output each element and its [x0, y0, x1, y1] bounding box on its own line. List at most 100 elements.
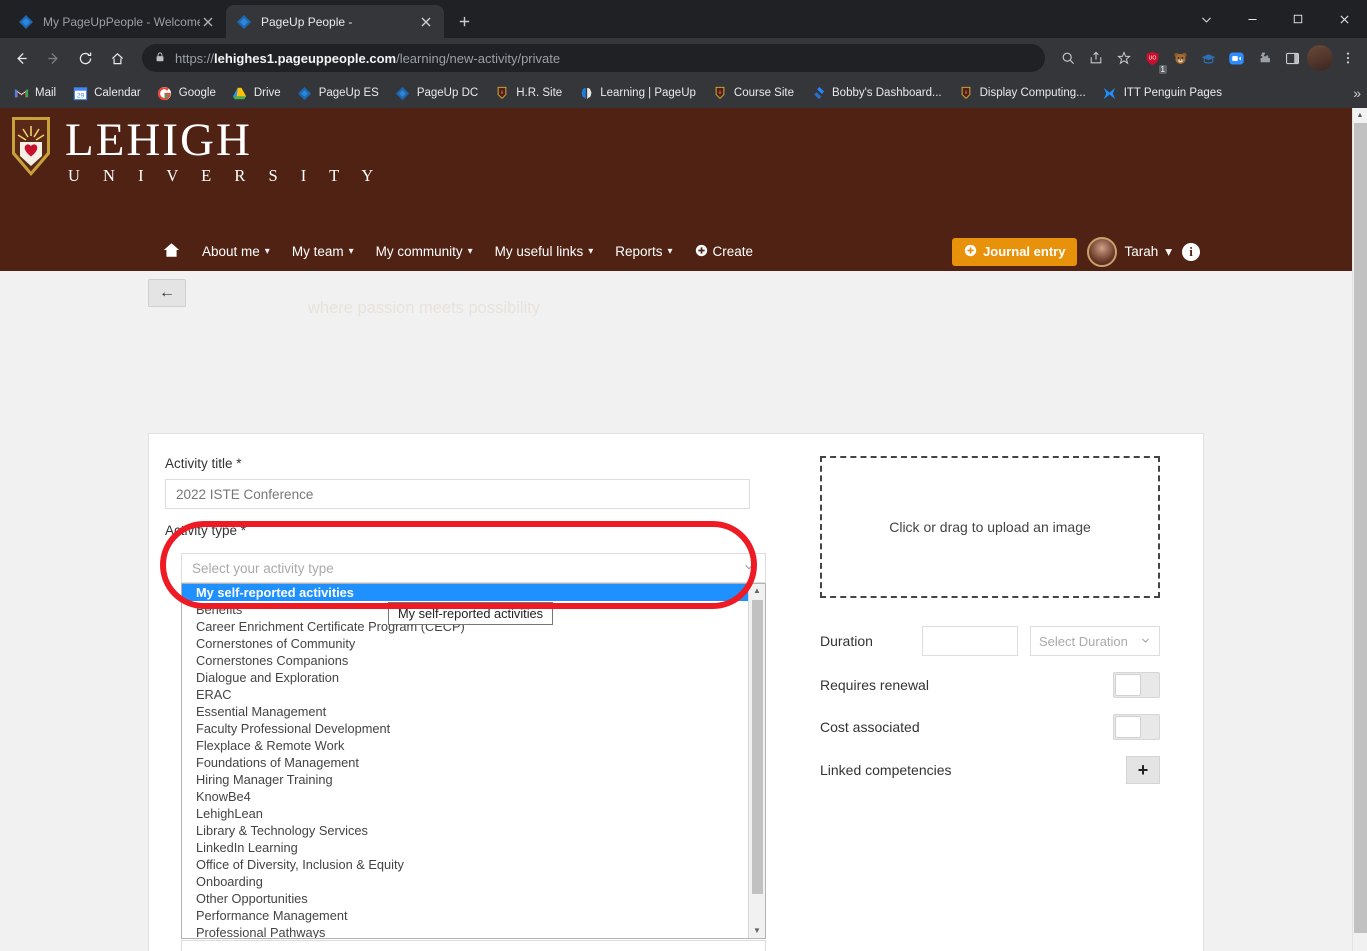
activity-type-option[interactable]: Faculty Professional Development	[182, 720, 748, 737]
cost-associated-label: Cost associated	[820, 719, 920, 735]
activity-type-option[interactable]: Essential Management	[182, 703, 748, 720]
pageup-diamond-icon	[18, 14, 34, 30]
activity-type-select[interactable]: Select your activity type	[181, 553, 766, 583]
bookmark-calendar[interactable]: 29 Calendar	[65, 82, 148, 104]
extensions-puzzle-icon[interactable]	[1251, 45, 1277, 71]
back-navigation-icon[interactable]	[6, 43, 36, 73]
reload-icon[interactable]	[70, 43, 100, 73]
scroll-up-icon[interactable]: ▲	[1353, 108, 1367, 123]
requires-renewal-toggle[interactable]	[1113, 672, 1160, 698]
graduation-cap-extension-icon[interactable]	[1195, 45, 1221, 71]
bookmark-drive[interactable]: Drive	[225, 82, 288, 104]
close-window-button[interactable]	[1321, 3, 1367, 35]
chrome-menu-icon[interactable]	[1335, 45, 1361, 71]
bookmark-pageup-es[interactable]: PageUp ES	[290, 82, 386, 104]
bookmark-google[interactable]: Google	[150, 82, 223, 104]
nav-item-my-team[interactable]: My team ▾	[281, 238, 365, 265]
option-list-scroll[interactable]: My self-reported activities Benefits Caree…	[182, 584, 748, 938]
activity-type-option[interactable]: KnowBe4	[182, 788, 748, 805]
journal-entry-button[interactable]: Journal entry	[952, 237, 1078, 266]
browser-tab-1[interactable]: My PageUpPeople - Welcome Tar	[8, 5, 226, 38]
back-button[interactable]: ←	[148, 279, 186, 307]
bookmark-itt-penguin-pages[interactable]: ITT Penguin Pages	[1095, 82, 1229, 104]
bear-extension-icon[interactable]	[1167, 45, 1193, 71]
maximize-button[interactable]	[1275, 3, 1321, 35]
info-icon[interactable]: i	[1182, 242, 1200, 261]
scroll-up-icon[interactable]: ▲	[753, 584, 761, 598]
activity-type-option[interactable]: Performance Management	[182, 907, 748, 924]
uo-shield-extension-icon[interactable]: UO 1	[1139, 45, 1167, 74]
scroll-down-icon[interactable]: ▼	[753, 924, 761, 938]
activity-type-option-list[interactable]: My self-reported activities Benefits Caree…	[181, 583, 766, 939]
new-tab-button[interactable]	[450, 7, 478, 35]
brand-name: LEHIGH	[65, 114, 252, 166]
activity-type-option[interactable]: LehighLean	[182, 805, 748, 822]
bookmark-mail[interactable]: Mail	[6, 82, 63, 104]
form-left-column: Activity title * Activity type * Select …	[165, 456, 766, 951]
activity-type-option[interactable]: Onboarding	[182, 873, 748, 890]
lehigh-crest-icon	[958, 85, 974, 101]
activity-type-option[interactable]: Dialogue and Exploration	[182, 669, 748, 686]
activity-type-option[interactable]: ERAC	[182, 686, 748, 703]
share-icon[interactable]	[1083, 45, 1109, 71]
minimize-button[interactable]	[1229, 3, 1275, 35]
activity-type-option[interactable]: Cornerstones Companions	[182, 652, 748, 669]
activity-type-placeholder: Select your activity type	[192, 560, 334, 576]
google-icon	[157, 85, 173, 101]
jira-icon	[810, 85, 826, 101]
nav-item-about-me[interactable]: About me ▾	[191, 238, 281, 265]
activity-type-option[interactable]: LinkedIn Learning	[182, 839, 748, 856]
activity-type-option[interactable]: Foundations of Management	[182, 754, 748, 771]
page-scrollbar[interactable]: ▲	[1352, 108, 1367, 951]
bookmark-display-computing[interactable]: Display Computing...	[951, 82, 1093, 104]
image-upload-dropzone[interactable]: Click or drag to upload an image	[820, 456, 1160, 598]
nav-item-my-useful-links[interactable]: My useful links ▾	[484, 238, 605, 265]
nav-item-my-community[interactable]: My community ▾	[365, 238, 484, 265]
side-panel-icon[interactable]	[1279, 45, 1305, 71]
bookmark-course-site[interactable]: Course Site	[705, 82, 801, 104]
activity-type-label: Activity type *	[165, 523, 247, 538]
scrollbar-thumb[interactable]	[752, 600, 763, 894]
home-icon[interactable]	[102, 43, 132, 73]
activity-type-option[interactable]: Other Opportunities	[182, 890, 748, 907]
lock-icon	[154, 51, 166, 66]
add-competency-button[interactable]: +	[1126, 756, 1160, 784]
duration-unit-select[interactable]: Select Duration	[1030, 626, 1160, 656]
nav-item-home[interactable]	[152, 236, 191, 267]
duration-input[interactable]	[922, 626, 1018, 656]
browser-tab-2[interactable]: PageUp People -	[226, 5, 444, 38]
bookmark-label: ITT Penguin Pages	[1123, 87, 1222, 99]
close-icon[interactable]	[200, 14, 216, 30]
cost-associated-toggle[interactable]	[1113, 714, 1160, 740]
user-menu[interactable]: Tarah ▾	[1087, 236, 1172, 267]
activity-type-option[interactable]: My self-reported activities	[182, 584, 748, 601]
activity-type-option[interactable]: Professional Pathways	[182, 924, 748, 938]
activity-type-option[interactable]: Office of Diversity, Inclusion & Equity	[182, 856, 748, 873]
bookmark-hr-site[interactable]: H.R. Site	[487, 82, 569, 104]
page-scrollbar-thumb[interactable]	[1354, 123, 1367, 933]
bookmark-bobbys-dashboard[interactable]: Bobby's Dashboard...	[803, 82, 949, 104]
lehigh-logo[interactable]: LEHIGH U N I V E R S I T Y	[10, 116, 383, 186]
activity-title-input[interactable]	[165, 479, 750, 509]
site-nav-right: Journal entry Tarah ▾ i	[952, 232, 1200, 271]
option-list-scrollbar[interactable]: ▲ ▼	[748, 584, 765, 938]
bookmark-label: Google	[178, 87, 216, 99]
address-bar[interactable]: https://lehighes1.pageuppeople.com/learn…	[142, 44, 1045, 72]
profile-avatar-icon[interactable]	[1307, 45, 1333, 71]
close-icon[interactable]	[418, 14, 434, 30]
forward-navigation-icon[interactable]	[38, 43, 68, 73]
bookmarks-overflow-icon[interactable]: »	[1353, 85, 1361, 101]
activity-type-option[interactable]: Flexplace & Remote Work	[182, 737, 748, 754]
bookmark-pageup-dc[interactable]: PageUp DC	[388, 82, 485, 104]
chevron-down-icon[interactable]	[1183, 3, 1229, 35]
zoom-search-icon[interactable]	[1055, 45, 1081, 71]
activity-type-option[interactable]: Cornerstones of Community	[182, 635, 748, 652]
bookmark-learning-pageup[interactable]: Learning | PageUp	[571, 82, 703, 104]
description-textarea[interactable]: ◢	[181, 940, 766, 951]
nav-item-reports[interactable]: Reports ▾	[604, 238, 683, 265]
activity-type-option[interactable]: Hiring Manager Training	[182, 771, 748, 788]
activity-type-option[interactable]: Library & Technology Services	[182, 822, 748, 839]
bookmark-star-icon[interactable]	[1111, 45, 1137, 71]
nav-item-create[interactable]: Create	[684, 238, 765, 266]
zoom-video-extension-icon[interactable]	[1223, 45, 1249, 71]
